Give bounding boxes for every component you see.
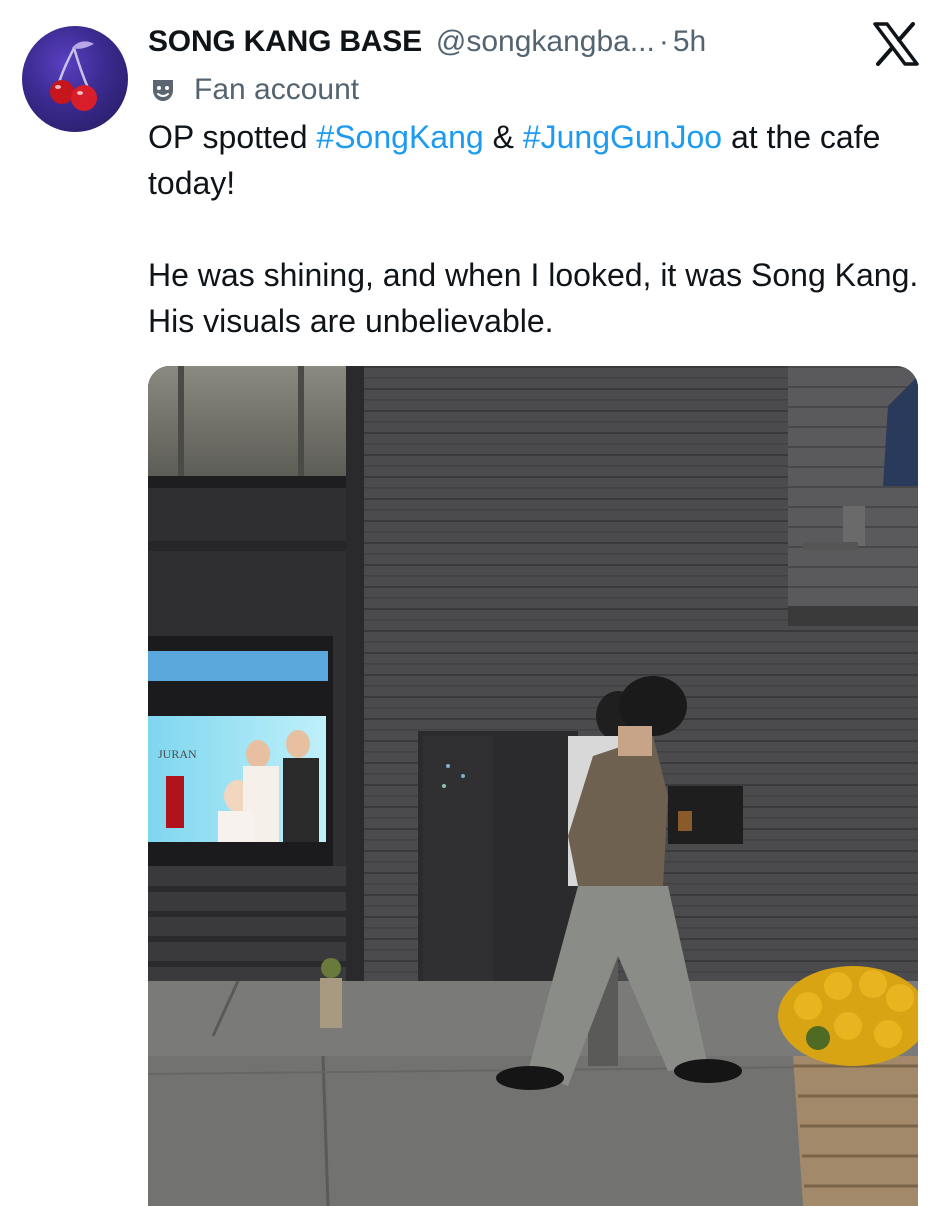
avatar[interactable] [22,26,128,132]
text-segment: OP spotted [148,119,317,155]
hashtag-junggunjoo[interactable]: #JungGunJoo [523,119,722,155]
account-label: Fan account [150,70,359,110]
text-segment: & [483,119,523,155]
tweet-paragraph-1: OP spotted #SongKang & #JungGunJoo at th… [148,114,928,206]
billboard-brand-text: JURAN [158,747,197,761]
tweet-header: SONG KANG BASE @songkangba... · 5h [148,22,706,62]
theater-mask-icon [150,77,176,103]
tweet-text: OP spotted #SongKang & #JungGunJoo at th… [148,114,928,344]
user-handle[interactable]: @songkangba... [436,25,655,59]
display-name[interactable]: SONG KANG BASE [148,25,422,59]
hashtag-songkang[interactable]: #SongKang [316,119,483,155]
tweet-video[interactable]: JURAN [148,366,918,1206]
tweet-card: SONG KANG BASE @songkangba... · 5h Fan a… [0,0,944,1206]
cherry-avatar-icon [50,41,97,111]
tweet-paragraph-2: He was shining, and when I looked, it wa… [148,257,919,339]
separator-dot: · [658,25,669,58]
timestamp[interactable]: 5h [673,25,706,59]
x-logo-icon [872,22,920,66]
fan-account-label: Fan account [194,73,360,106]
